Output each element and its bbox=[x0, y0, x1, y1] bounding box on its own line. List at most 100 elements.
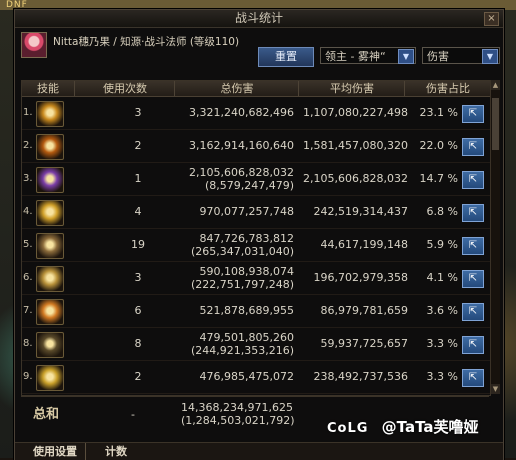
row-average: 196,702,979,358 bbox=[313, 271, 408, 284]
table-row: 9. 2 476,985,475,072 238,492,737,536 3.3 % ⇱ bbox=[22, 361, 490, 394]
battle-stats-window: 战斗统计 × Nitta穗乃果 / 知源·战斗法师 (等级110) 重置 领主 … bbox=[14, 9, 504, 460]
row-index: 8. bbox=[23, 338, 33, 349]
export-icon[interactable]: ⇱ bbox=[462, 237, 484, 255]
chevron-down-icon[interactable]: ▼ bbox=[398, 49, 414, 64]
skill-icon bbox=[36, 266, 64, 292]
export-icon[interactable]: ⇱ bbox=[462, 336, 484, 354]
row-total-sub: (8,579,247,479) bbox=[204, 179, 294, 192]
row-uses: 1 bbox=[134, 172, 142, 185]
scroll-down-icon[interactable]: ▼ bbox=[491, 384, 500, 394]
column-header-uses: 使用次数 bbox=[74, 81, 175, 96]
row-total: 3,162,914,160,640 bbox=[182, 139, 294, 152]
row-average: 242,519,314,437 bbox=[313, 205, 408, 218]
row-index: 9. bbox=[23, 371, 33, 382]
header: Nitta穗乃果 / 知源·战斗法师 (等级110) 重置 领主 - 雾神“ ▼… bbox=[15, 28, 503, 86]
skill-icon bbox=[36, 365, 64, 391]
row-average: 59,937,725,657 bbox=[320, 337, 408, 350]
row-total-main: 847,726,783,812 bbox=[199, 232, 294, 245]
row-share: 4.1 % bbox=[426, 271, 458, 284]
watermark-brand: CoLG bbox=[327, 421, 369, 436]
skill-icon bbox=[36, 233, 64, 259]
row-average: 2,105,606,828,032 bbox=[303, 172, 408, 185]
skill-damage-table: 技能 使用次数 总伤害 平均伤害 伤害占比 1. 3 3,321,240,682,4… bbox=[21, 80, 491, 396]
row-total-main: 970,077,257,748 bbox=[199, 205, 294, 218]
row-index: 3. bbox=[23, 173, 33, 184]
skill-icon bbox=[36, 299, 64, 325]
table-header: 技能 使用次数 总伤害 平均伤害 伤害占比 bbox=[22, 81, 490, 97]
scroll-up-icon[interactable]: ▲ bbox=[491, 80, 500, 90]
summary-total-sub: (1,284,503,021,792) bbox=[181, 414, 295, 427]
row-index: 4. bbox=[23, 206, 33, 217]
row-share: 6.8 % bbox=[426, 205, 458, 218]
character-name: Nitta穗乃果 / 知源·战斗法师 (等级110) bbox=[53, 36, 240, 48]
row-total-main: 479,501,805,260 bbox=[199, 331, 294, 344]
row-average: 1,107,080,227,498 bbox=[303, 106, 408, 119]
table-row: 7. 6 521,878,689,955 86,979,781,659 3.6 % ⇱ bbox=[22, 295, 490, 328]
column-header-average: 平均伤害 bbox=[298, 81, 405, 96]
export-icon[interactable]: ⇱ bbox=[462, 105, 484, 123]
skill-icon bbox=[36, 134, 64, 160]
row-uses: 3 bbox=[134, 271, 142, 284]
metric-dropdown[interactable]: 伤害 ▼ bbox=[422, 47, 500, 64]
export-icon[interactable]: ⇱ bbox=[462, 369, 484, 387]
target-dropdown[interactable]: 领主 - 雾神“ ▼ bbox=[320, 47, 416, 64]
chevron-down-icon[interactable]: ▼ bbox=[482, 49, 498, 64]
character-avatar bbox=[21, 32, 47, 58]
skill-icon bbox=[36, 101, 64, 127]
window-title: 战斗统计 bbox=[234, 11, 283, 25]
export-icon[interactable]: ⇱ bbox=[462, 270, 484, 288]
tab-use-settings[interactable]: 使用设置 bbox=[33, 443, 86, 460]
export-icon[interactable]: ⇱ bbox=[462, 138, 484, 156]
row-share: 22.0 % bbox=[419, 139, 458, 152]
watermark-user: @TaTa芙噜娅 bbox=[381, 418, 479, 436]
row-uses: 2 bbox=[134, 139, 142, 152]
export-icon[interactable]: ⇱ bbox=[462, 303, 484, 321]
row-share: 3.6 % bbox=[426, 304, 458, 317]
row-total: 479,501,805,260 (244,921,353,216) bbox=[182, 331, 294, 357]
row-index: 7. bbox=[23, 305, 33, 316]
row-total-main: 521,878,689,955 bbox=[199, 304, 294, 317]
row-total: 847,726,783,812 (265,347,031,040) bbox=[182, 232, 294, 258]
row-share: 14.7 % bbox=[419, 172, 458, 185]
row-total-sub: (244,921,353,216) bbox=[190, 344, 294, 357]
row-total: 2,105,606,828,032 (8,579,247,479) bbox=[182, 166, 294, 192]
row-uses: 6 bbox=[134, 304, 142, 317]
skill-icon bbox=[36, 332, 64, 358]
column-header-total: 总伤害 bbox=[174, 81, 299, 96]
table-row: 6. 3 590,108,938,074 (222,751,797,248) 196,7… bbox=[22, 262, 490, 295]
column-header-skill: 技能 bbox=[37, 82, 59, 95]
export-icon[interactable]: ⇱ bbox=[462, 204, 484, 222]
target-dropdown-value: 领主 - 雾神“ bbox=[325, 50, 386, 63]
row-share: 5.9 % bbox=[426, 238, 458, 251]
table-scrollbar[interactable]: ▲ ▼ bbox=[490, 80, 500, 394]
row-average: 238,492,737,536 bbox=[313, 370, 408, 383]
row-total-sub: (222,751,797,248) bbox=[190, 278, 294, 291]
row-index: 5. bbox=[23, 239, 33, 250]
tab-count[interactable]: 计数 bbox=[105, 443, 127, 460]
row-index: 2. bbox=[23, 140, 33, 151]
row-total-main: 2,105,606,828,032 bbox=[189, 166, 294, 179]
export-icon[interactable]: ⇱ bbox=[462, 171, 484, 189]
summary-total-main: 14,368,234,971,625 bbox=[181, 401, 293, 414]
row-index: 6. bbox=[23, 272, 33, 283]
window-titlebar[interactable]: 战斗统计 × bbox=[15, 10, 503, 28]
scrollbar-thumb[interactable] bbox=[492, 98, 499, 150]
row-average: 44,617,199,148 bbox=[320, 238, 408, 251]
column-header-share: 伤害占比 bbox=[404, 81, 491, 96]
row-uses: 2 bbox=[134, 370, 142, 383]
row-total-main: 476,985,475,072 bbox=[199, 370, 294, 383]
row-total-main: 3,162,914,160,640 bbox=[189, 139, 294, 152]
row-total-main: 3,321,240,682,496 bbox=[189, 106, 294, 119]
table-row: 5. 19 847,726,783,812 (265,347,031,040) 44,6… bbox=[22, 229, 490, 262]
row-total: 3,321,240,682,496 bbox=[182, 106, 294, 119]
close-button[interactable]: × bbox=[484, 12, 499, 26]
row-total-sub: (265,347,031,040) bbox=[190, 245, 294, 258]
row-total: 590,108,938,074 (222,751,797,248) bbox=[182, 265, 294, 291]
skill-icon bbox=[36, 167, 64, 193]
table-row: 4. 4 970,077,257,748 242,519,314,437 6.8 % ⇱ bbox=[22, 196, 490, 229]
footer: 使用设置 计数 bbox=[15, 442, 503, 460]
row-average: 1,581,457,080,320 bbox=[303, 139, 408, 152]
row-total: 970,077,257,748 bbox=[182, 205, 294, 218]
table-row: 2. 2 3,162,914,160,640 1,581,457,080,320 22.… bbox=[22, 130, 490, 163]
reset-button[interactable]: 重置 bbox=[258, 47, 314, 67]
